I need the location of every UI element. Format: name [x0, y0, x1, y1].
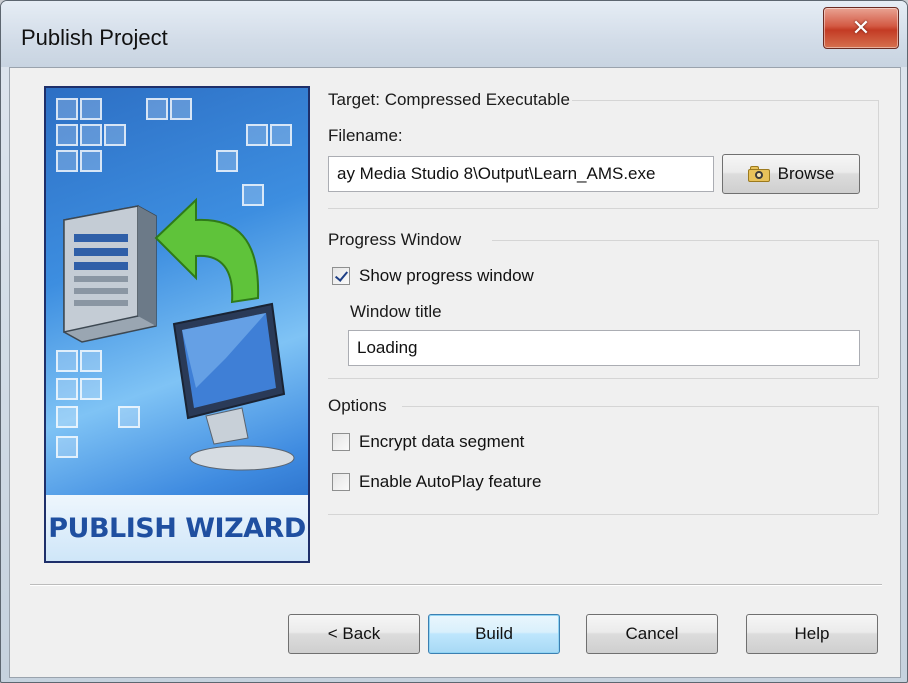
filename-field[interactable]: ay Media Studio 8\Output\Learn_AMS.exe	[328, 156, 714, 192]
encrypt-checkbox[interactable]: Encrypt data segment	[332, 432, 524, 452]
group-divider	[328, 378, 878, 379]
title-bar[interactable]: Publish Project ✕	[1, 1, 907, 67]
autoplay-checkbox[interactable]: Enable AutoPlay feature	[332, 472, 541, 492]
server-to-computer-icon	[63, 197, 295, 471]
group-divider	[878, 100, 879, 208]
autoplay-label: Enable AutoPlay feature	[359, 472, 542, 491]
build-label: Build	[475, 624, 513, 643]
cancel-button[interactable]: Cancel	[586, 614, 718, 654]
checkbox-box[interactable]	[332, 433, 350, 451]
back-label: < Back	[327, 624, 381, 643]
browse-label: Browse	[777, 164, 835, 183]
progress-heading: Progress Window	[328, 230, 462, 249]
group-divider	[492, 240, 878, 241]
cancel-label: Cancel	[625, 624, 679, 643]
filename-label: Filename:	[328, 126, 403, 145]
group-divider	[572, 100, 878, 101]
target-heading: Target: Compressed Executable	[328, 90, 570, 109]
checkbox-box[interactable]	[332, 473, 350, 491]
group-divider	[328, 208, 878, 209]
footer-divider	[30, 584, 882, 585]
close-button[interactable]: ✕	[823, 7, 899, 49]
group-divider	[402, 406, 878, 407]
group-divider	[328, 514, 878, 515]
window-title-value: Loading	[357, 338, 418, 357]
help-button[interactable]: Help	[746, 614, 878, 654]
window-title-label: Window title	[350, 302, 442, 321]
window-title-field[interactable]: Loading	[348, 330, 860, 366]
window-title: Publish Project	[21, 25, 168, 50]
checkbox-box[interactable]	[332, 267, 350, 285]
options-heading: Options	[328, 396, 387, 415]
show-progress-label: Show progress window	[359, 266, 534, 285]
wizard-image: PUBLISH WIZARD	[44, 86, 310, 563]
dialog-body: PUBLISH WIZARD Target: Compressed Execut…	[9, 67, 901, 678]
filename-value: ay Media Studio 8\Output\Learn_AMS.exe	[337, 164, 656, 183]
group-divider	[878, 240, 879, 378]
close-icon: ✕	[851, 15, 871, 41]
build-button[interactable]: Build	[428, 614, 560, 654]
help-label: Help	[794, 624, 830, 643]
publish-project-dialog: Publish Project ✕ PUBLISH WIZARD Target:…	[0, 0, 908, 683]
encrypt-label: Encrypt data segment	[359, 432, 525, 451]
group-divider	[878, 406, 879, 514]
browse-button[interactable]: Browse	[722, 154, 860, 194]
wizard-banner: PUBLISH WIZARD	[46, 495, 308, 561]
back-button[interactable]: < Back	[288, 614, 420, 654]
folder-search-icon	[747, 166, 770, 182]
show-progress-checkbox[interactable]: Show progress window	[332, 266, 534, 286]
wizard-banner-text: PUBLISH WIZARD	[48, 512, 306, 544]
